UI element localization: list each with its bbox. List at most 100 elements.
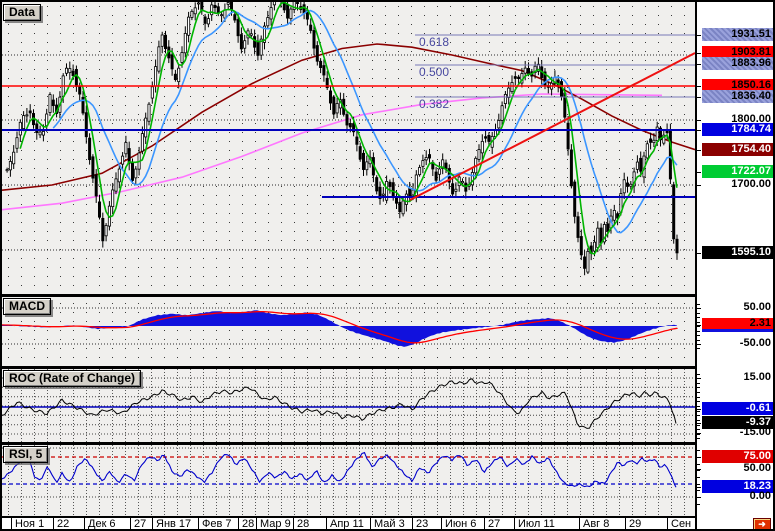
axis-minor-tick	[697, 470, 700, 471]
x-axis-label: 27	[484, 518, 500, 529]
fib-level-label: 0.500	[419, 65, 449, 79]
axis-minor-tick	[697, 374, 700, 375]
roc-panel-label-button[interactable]: ROC (Rate of Change)	[3, 370, 141, 387]
axis-tick	[697, 253, 701, 254]
axis-level-label: -50.00	[739, 337, 771, 349]
scroll-end-button[interactable]: ➜	[753, 518, 771, 529]
x-axis-label: 28	[238, 518, 254, 529]
axis-tick	[697, 130, 701, 131]
plot-rsi[interactable]	[2, 445, 695, 516]
value-badge: 1784.74	[702, 123, 773, 136]
axis-tick	[697, 423, 701, 424]
axis-minor-tick	[697, 477, 700, 478]
macd-panel-label-button[interactable]: MACD	[3, 298, 51, 315]
value-badge: -0.61	[702, 402, 773, 415]
axis-minor-tick	[697, 438, 700, 439]
x-axis-label: Авг 8	[579, 518, 609, 529]
axis-tick	[697, 172, 701, 173]
value-badge: 1931.51	[702, 28, 773, 41]
axis-tick	[697, 325, 701, 326]
panel-separator	[2, 442, 695, 445]
axis-tick	[697, 35, 701, 36]
axis-minor-tick	[697, 392, 700, 393]
x-axis-label: 29	[625, 518, 641, 529]
axis-minor-tick	[697, 326, 700, 327]
x-axis-label: 22	[53, 518, 69, 529]
panel-separator	[2, 366, 695, 369]
price-scale-axis: 1931.51 1903.81 1883.96 1850.16 1836.40 1800.…	[695, 2, 773, 529]
rsi-panel	[2, 445, 695, 516]
axis-tick	[697, 308, 701, 309]
axis-tick	[697, 120, 701, 121]
axis-tick	[697, 457, 701, 458]
axis-minor-tick	[697, 415, 700, 416]
x-axis-label: Июн 6	[441, 518, 476, 529]
axis-minor-tick	[697, 322, 700, 323]
x-axis-label: 23	[412, 518, 428, 529]
axis-minor-tick	[697, 504, 700, 505]
axis-level-label: 15.00	[743, 371, 771, 383]
x-axis-label: Ноя 1	[11, 518, 44, 529]
axis-tick	[697, 433, 701, 434]
axis-tick	[697, 185, 701, 186]
axis-tick	[697, 64, 701, 65]
fib-level-label: 0.382	[419, 97, 449, 111]
x-axis-label: Мар 9	[256, 518, 291, 529]
x-axis-label: Апр 11	[326, 518, 364, 529]
axis-minor-tick	[697, 348, 700, 349]
axis-minor-tick	[697, 434, 700, 435]
x-axis-label: 27	[130, 518, 146, 529]
value-badge: 1722.07	[702, 165, 773, 178]
axis-minor-tick	[697, 484, 700, 485]
x-axis-label: Май 3	[370, 518, 405, 529]
axis-level-label: -15.00	[739, 426, 771, 438]
trading-chart-window: 0.618 0.500 0.382 Data MACD ROC (Rate of C…	[0, 0, 775, 531]
time-axis: Ноя 1 22 Дек 6 27 Янв 17 Фев 7 28 Мар 9 28 Апр 11…	[2, 516, 706, 529]
x-axis-label: 28	[293, 518, 309, 529]
axis-tick	[697, 86, 701, 87]
axis-tick	[697, 497, 701, 498]
axis-minor-tick	[697, 429, 700, 430]
axis-minor-tick	[697, 406, 700, 407]
axis-minor-tick	[697, 401, 700, 402]
x-axis-label: Июл 11	[514, 518, 555, 529]
x-axis-label: Дек 6	[84, 518, 116, 529]
plot-main[interactable]: 0.618 0.500 0.382	[2, 2, 695, 294]
axis-level-label: 1700.00	[731, 178, 771, 190]
axis-minor-tick	[697, 411, 700, 412]
axis-minor-tick	[697, 490, 700, 491]
macd-panel	[2, 297, 695, 366]
axis-tick	[697, 378, 701, 379]
axis-tick	[697, 487, 701, 488]
value-badge: 1836.40	[702, 90, 773, 103]
axis-minor-tick	[697, 464, 700, 465]
axis-tick	[697, 344, 701, 345]
value-badge: 2.31	[702, 318, 773, 332]
axis-level-label: 50.00	[743, 462, 771, 474]
plot-macd[interactable]	[2, 297, 695, 366]
axis-minor-tick	[697, 420, 700, 421]
axis-minor-tick	[697, 387, 700, 388]
axis-minor-tick	[697, 340, 700, 341]
panel-separator	[2, 294, 695, 297]
axis-tick	[697, 53, 701, 54]
axis-tick	[697, 97, 701, 98]
x-axis-label: Фев 7	[198, 518, 232, 529]
x-axis-label: Янв 17	[152, 518, 191, 529]
axis-minor-tick	[697, 317, 700, 318]
data-panel-label-button[interactable]: Data	[3, 4, 42, 21]
axis-minor-tick	[697, 313, 700, 314]
axis-minor-tick	[697, 304, 700, 305]
value-badge: 1595.10	[702, 246, 773, 259]
rsi-panel-label-button[interactable]: RSI, 5	[3, 446, 49, 463]
value-badge: 1883.96	[702, 57, 773, 70]
axis-level-label: 0.00	[749, 490, 771, 502]
axis-minor-tick	[697, 450, 700, 451]
axis-tick	[697, 409, 701, 410]
main-chart-panel: 0.618 0.500 0.382	[2, 2, 695, 294]
axis-minor-tick	[697, 335, 700, 336]
axis-minor-tick	[697, 331, 700, 332]
fib-level-label: 0.618	[419, 35, 449, 49]
axis-level-label: 50.00	[743, 301, 771, 313]
axis-minor-tick	[697, 397, 700, 398]
